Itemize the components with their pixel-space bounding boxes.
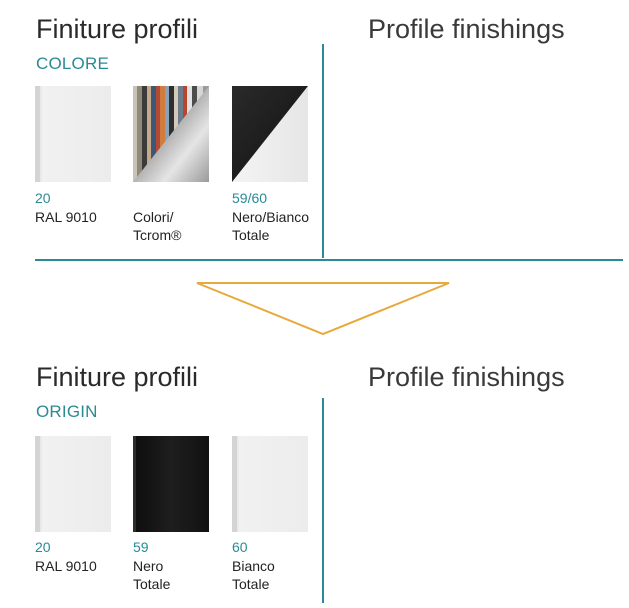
finish-name: Nero/Bianco Totale <box>232 209 310 243</box>
finish-name: Colori/ Tcrom® <box>133 209 182 243</box>
section-title-english: Profile finishings <box>368 14 565 44</box>
section-title-english: Profile finishings <box>368 362 565 392</box>
white-swatch-icon <box>232 436 308 532</box>
finish-code: 59 <box>133 539 149 555</box>
finish-code: 20 <box>35 190 51 206</box>
vertical-divider <box>322 44 324 258</box>
section-title: Finiture profili <box>36 14 199 44</box>
white-swatch-icon <box>35 436 111 532</box>
vertical-divider <box>322 398 324 603</box>
horizontal-divider <box>35 259 623 261</box>
black-swatch-icon <box>133 436 209 532</box>
down-arrow-icon <box>196 282 450 336</box>
section-subtitle: COLORE <box>36 54 109 73</box>
finish-name: RAL 9010 <box>35 209 97 225</box>
multicolor-chrome-swatch-icon <box>133 86 209 182</box>
finish-name: Nero Totale <box>133 558 171 592</box>
black-white-diagonal-swatch-icon <box>232 86 308 182</box>
finish-name: Bianco Totale <box>232 558 275 592</box>
finish-code: 60 <box>232 539 248 555</box>
white-swatch-icon <box>35 86 111 182</box>
finish-name: RAL 9010 <box>35 558 97 574</box>
section-subtitle: ORIGIN <box>36 402 98 421</box>
finish-code: 59/60 <box>232 190 268 206</box>
section-title: Finiture profili <box>36 362 199 392</box>
finish-code: 20 <box>35 539 51 555</box>
